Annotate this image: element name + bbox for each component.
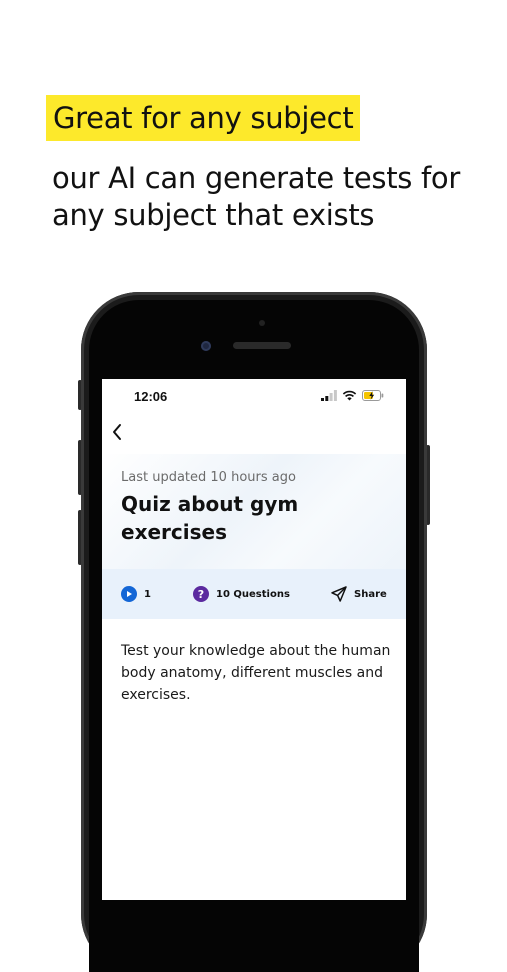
cellular-signal-icon xyxy=(321,390,337,401)
back-button[interactable] xyxy=(106,419,128,445)
quiz-description: Test your knowledge about the human body… xyxy=(121,643,391,703)
earpiece-speaker xyxy=(233,342,291,349)
marketing-headline: Great for any subject xyxy=(46,95,361,141)
battery-charging-icon xyxy=(362,390,384,401)
quiz-title: Quiz about gym exercises xyxy=(121,492,299,544)
questions-count-label: 10 Questions xyxy=(216,588,290,600)
status-time: 12:06 xyxy=(134,389,168,404)
share-button[interactable]: Share xyxy=(331,569,387,619)
quiz-meta-bar: 1 ? 10 Questions Share xyxy=(102,569,406,619)
marketing-subline: our AI can generate tests for any subjec… xyxy=(52,161,460,232)
status-bar: 12:06 xyxy=(102,379,406,415)
front-camera-icon xyxy=(201,341,211,351)
last-updated-text: Last updated 10 hours ago xyxy=(121,470,296,485)
status-icons xyxy=(321,390,384,401)
share-label: Share xyxy=(354,588,387,600)
plays-count-value: 1 xyxy=(144,588,151,600)
chevron-left-icon xyxy=(113,424,121,440)
headline-container: Great for any subject xyxy=(46,95,361,141)
wifi-icon xyxy=(342,390,357,401)
proximity-sensor xyxy=(259,320,265,326)
plays-count: 1 xyxy=(121,569,151,619)
phone-screen: 12:06 Last updated 10 hours ago Quiz abo… xyxy=(102,379,406,900)
question-icon: ? xyxy=(193,586,209,602)
questions-count: ? 10 Questions xyxy=(193,569,290,619)
send-icon xyxy=(331,586,347,602)
play-icon xyxy=(121,586,137,602)
